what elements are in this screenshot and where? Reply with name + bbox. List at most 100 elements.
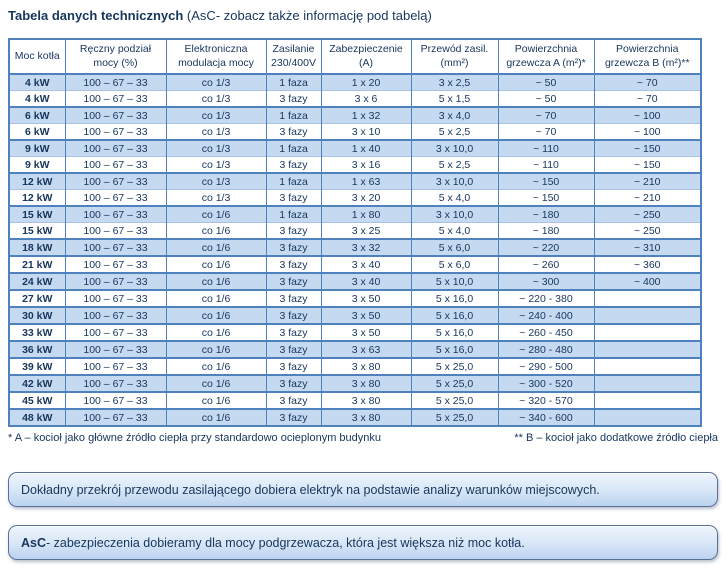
table-cell: 3 fazy [266,290,321,307]
table-cell: ~ 400 [594,273,701,290]
table-cell: co 1/6 [166,324,266,341]
table-cell: co 1/3 [166,173,266,190]
header-reczny-podzial: Ręczny podział mocy (%) [65,39,166,74]
table-cell: co 1/6 [166,223,266,240]
table-cell: ~ 300 - 520 [498,375,594,392]
table-cell: 100 – 67 – 33 [65,409,166,426]
table-cell: 100 – 67 – 33 [65,290,166,307]
table-cell: 3 x 80 [321,375,411,392]
table-row: 45 kW100 – 67 – 33co 1/63 fazy3 x 805 x … [9,392,701,409]
table-cell: co 1/3 [166,124,266,141]
table-cell: ~ 320 - 570 [498,392,594,409]
table-cell: 42 kW [9,375,65,392]
table-cell: ~ 260 - 450 [498,324,594,341]
table-cell: 5 x 25,0 [411,392,498,409]
table-row: 6 kW100 – 67 – 33co 1/33 fazy3 x 105 x 2… [9,124,701,141]
table-cell: 5 x 2,5 [411,124,498,141]
table-cell: co 1/6 [166,392,266,409]
table-cell: ~ 250 [594,223,701,240]
table-cell: ~ 310 [594,239,701,256]
table-cell: ~ 220 - 380 [498,290,594,307]
table-row: 48 kW100 – 67 – 33co 1/63 fazy3 x 805 x … [9,409,701,426]
table-cell: co 1/3 [166,74,266,91]
table-cell: 5 x 16,0 [411,307,498,324]
table-cell: 12 kW [9,173,65,190]
table-cell: 4 kW [9,74,65,91]
table-cell: 3 fazy [266,307,321,324]
footnote-b: ** B – kocioł jako dodatkowe źródło ciep… [514,432,718,444]
table-cell: ~ 70 [594,74,701,91]
table-cell: 1 x 32 [321,107,411,124]
table-cell [594,375,701,392]
table-cell: 27 kW [9,290,65,307]
table-cell: 100 – 67 – 33 [65,324,166,341]
table-cell: 39 kW [9,358,65,375]
technical-data-table: Moc kotła Ręczny podział mocy (%) Elektr… [8,38,702,427]
table-cell: 1 faza [266,74,321,91]
table-cell [594,341,701,358]
table-cell: 5 x 16,0 [411,324,498,341]
table-cell: 36 kW [9,341,65,358]
table-cell: ~ 210 [594,173,701,190]
table-cell: ~ 180 [498,206,594,223]
table-cell: 100 – 67 – 33 [65,157,166,174]
table-cell: 3 fazy [266,392,321,409]
table-body: 4 kW100 – 67 – 33co 1/31 faza1 x 203 x 2… [9,74,701,426]
table-cell: 3 fazy [266,341,321,358]
header-zabezpieczenie: Zabezpieczenie (A) [321,39,411,74]
table-cell: 100 – 67 – 33 [65,107,166,124]
table-cell: 3 fazy [266,409,321,426]
table-cell: 5 x 16,0 [411,290,498,307]
table-cell: co 1/6 [166,409,266,426]
table-cell: 3 x 50 [321,307,411,324]
table-cell: 3 x 10,0 [411,140,498,157]
table-cell: 3 fazy [266,358,321,375]
table-cell: co 1/6 [166,358,266,375]
table-cell: 3 fazy [266,256,321,273]
table-row: 36 kW100 – 67 – 33co 1/63 fazy3 x 635 x … [9,341,701,358]
table-cell: ~ 280 - 480 [498,341,594,358]
table-cell: 18 kW [9,239,65,256]
header-powierzchnia-a: Powierzchnia grzewcza A (m²)* [498,39,594,74]
table-cell: 100 – 67 – 33 [65,256,166,273]
table-cell: 3 x 2,5 [411,74,498,91]
table-cell: 3 x 32 [321,239,411,256]
table-row: 9 kW100 – 67 – 33co 1/33 fazy3 x 165 x 2… [9,157,701,174]
table-cell: ~ 50 [498,91,594,108]
table-row: 21 kW100 – 67 – 33co 1/63 fazy3 x 405 x … [9,256,701,273]
table-cell: 3 x 25 [321,223,411,240]
note-asc-text: - zabezpieczenia dobieramy dla mocy podg… [46,536,525,550]
table-cell: ~ 50 [498,74,594,91]
table-row: 30 kW100 – 67 – 33co 1/63 fazy3 x 505 x … [9,307,701,324]
table-cell: 12 kW [9,190,65,207]
table-cell: 1 faza [266,206,321,223]
table-cell: 5 x 2,5 [411,157,498,174]
table-cell: 3 x 50 [321,324,411,341]
table-cell: 3 x 20 [321,190,411,207]
table-cell: ~ 290 - 500 [498,358,594,375]
table-cell: 5 x 25,0 [411,409,498,426]
table-cell [594,324,701,341]
table-cell: ~ 210 [594,190,701,207]
table-row: 4 kW100 – 67 – 33co 1/33 fazy3 x 65 x 1,… [9,91,701,108]
table-cell: ~ 70 [498,124,594,141]
table-cell: 15 kW [9,223,65,240]
table-cell: 3 x 10,0 [411,173,498,190]
table-cell: 3 fazy [266,324,321,341]
table-cell: co 1/3 [166,190,266,207]
table-cell: ~ 100 [594,124,701,141]
table-cell: 1 x 40 [321,140,411,157]
table-cell [594,290,701,307]
table-cell: co 1/6 [166,273,266,290]
table-cell: 100 – 67 – 33 [65,341,166,358]
table-cell: 1 x 20 [321,74,411,91]
table-row: 15 kW100 – 67 – 33co 1/61 faza1 x 803 x … [9,206,701,223]
table-row: 18 kW100 – 67 – 33co 1/63 fazy3 x 325 x … [9,239,701,256]
table-cell: 1 faza [266,107,321,124]
table-header-row: Moc kotła Ręczny podział mocy (%) Elektr… [9,39,701,74]
table-cell [594,307,701,324]
table-cell: 3 fazy [266,157,321,174]
table-cell: 3 x 80 [321,392,411,409]
table-cell: 3 x 80 [321,409,411,426]
table-row: 15 kW100 – 67 – 33co 1/63 fazy3 x 255 x … [9,223,701,240]
